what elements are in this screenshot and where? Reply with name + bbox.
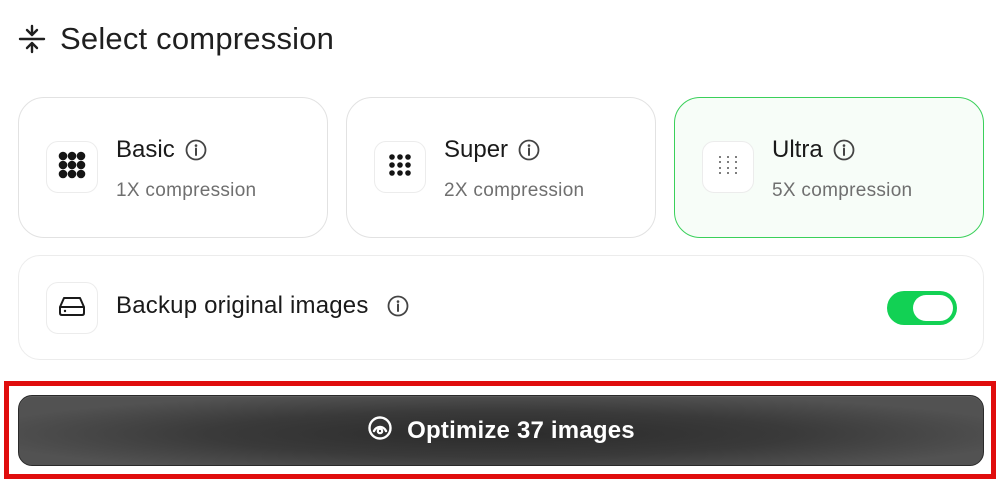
info-icon[interactable] [833,139,855,161]
info-icon[interactable] [387,295,409,317]
compression-options: Basic 1X compression Super 2X compressio… [18,97,984,238]
dense-dots-icon [58,151,86,184]
optimize-button[interactable]: Optimize 37 images [18,395,984,466]
compress-icon [18,24,46,54]
option-name: Ultra [772,136,823,163]
sparse-dots-icon [717,154,739,181]
backup-toggle[interactable] [887,291,957,325]
compression-panel: Select compression Basic 1X compression … [0,0,1000,489]
backup-row: Backup original images [18,255,984,360]
section-header: Select compression [18,18,334,60]
hard-drive-icon [58,295,86,322]
backup-label: Backup original images [116,292,369,319]
section-title: Select compression [60,21,335,56]
info-icon[interactable] [518,139,540,161]
option-icon-box [374,141,426,193]
medium-dots-icon [388,153,412,182]
backup-icon-box [46,282,98,334]
info-icon[interactable] [185,139,207,161]
optimize-button-label: Optimize 37 images [407,416,635,444]
option-name: Basic [116,136,175,163]
option-subtitle: 2X compression [444,180,585,201]
option-super[interactable]: Super 2X compression [346,97,656,238]
option-icon-box [702,141,754,193]
option-name: Super [444,136,509,163]
option-subtitle: 1X compression [116,180,257,201]
option-basic[interactable]: Basic 1X compression [18,97,328,238]
option-subtitle: 5X compression [772,180,913,201]
option-icon-box [46,141,98,193]
optimize-icon [367,415,393,446]
option-ultra[interactable]: Ultra 5X compression [674,97,984,238]
toggle-knob [913,295,953,321]
